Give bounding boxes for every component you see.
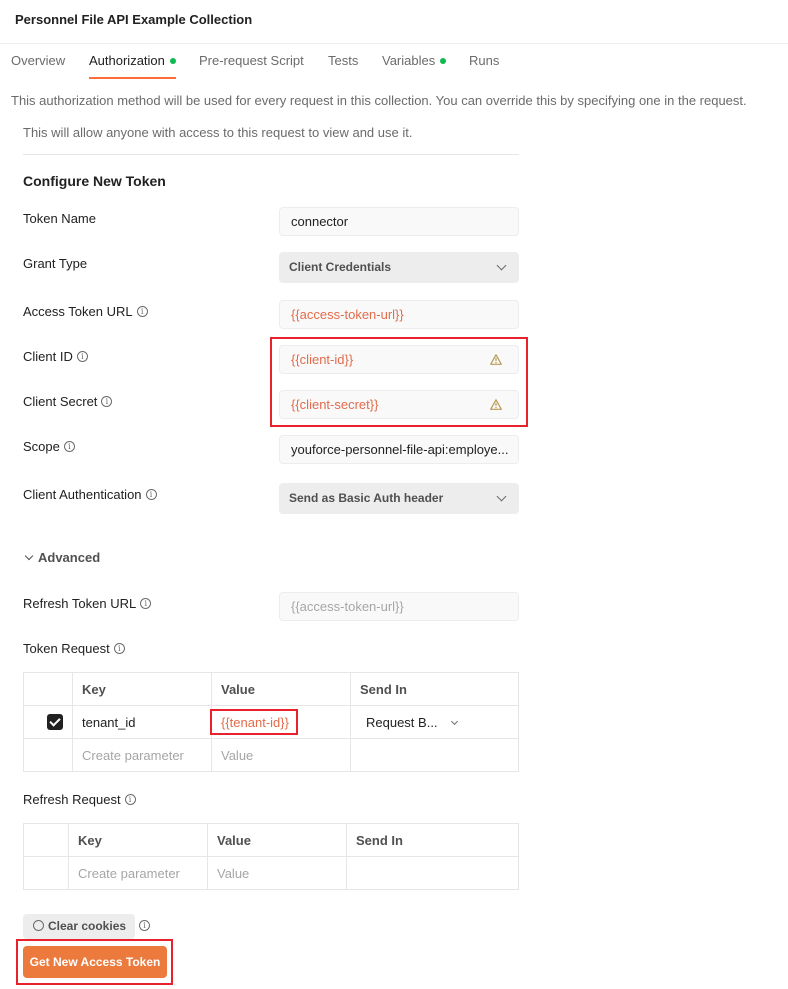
divider <box>23 154 519 155</box>
info-icon[interactable]: i <box>124 794 136 806</box>
client-authentication-label: Client Authentication i <box>23 487 157 502</box>
advanced-label: Advanced <box>38 550 101 565</box>
section-title: Configure New Token <box>23 173 166 189</box>
new-param-row: Create parameter Value <box>23 856 519 890</box>
grant-type-value: Client Credentials <box>289 260 392 274</box>
get-new-access-token-button[interactable]: Get New Access Token <box>23 946 167 978</box>
key-column-header: Key <box>72 672 212 706</box>
refresh-request-table: Key Value Send In Create parameter Value <box>23 823 519 890</box>
checkbox-column-header <box>23 823 69 857</box>
highlight-client-credentials <box>270 337 528 427</box>
refresh-request-label: Refresh Request i <box>23 792 136 807</box>
refresh-token-url-label: Refresh Token URL i <box>23 596 152 611</box>
tab-bar: Overview Authorization Pre-request Scrip… <box>0 45 788 79</box>
new-send-in-cell[interactable] <box>350 738 519 772</box>
tab-label: Pre-request Script <box>199 53 304 68</box>
client-secret-label: Client Secret i <box>23 394 113 409</box>
empty-cell <box>23 738 73 772</box>
token-request-label: Token Request i <box>23 641 125 656</box>
send-in-column-header: Send In <box>346 823 519 857</box>
tab-label: Authorization <box>89 53 165 68</box>
info-icon[interactable]: i <box>139 920 150 931</box>
advanced-toggle[interactable]: Advanced <box>23 550 100 565</box>
scope-input[interactable]: youforce-personnel-file-api:employe... <box>279 435 519 464</box>
value-column-header: Value <box>207 823 347 857</box>
label-text: Client Authentication <box>23 487 142 502</box>
send-in-select[interactable]: Request B... <box>360 714 458 730</box>
label-text: Client ID <box>23 349 73 364</box>
info-icon[interactable]: i <box>113 643 125 655</box>
client-authentication-value: Send as Basic Auth header <box>289 491 444 505</box>
sharing-note: This will allow anyone with access to th… <box>23 125 413 140</box>
checkbox-column-header <box>23 672 73 706</box>
scope-label: Scope i <box>23 439 75 454</box>
cookie-icon <box>33 920 44 932</box>
tab-label: Overview <box>11 53 66 68</box>
chevron-down-icon <box>450 717 458 725</box>
clear-cookies-button[interactable]: Clear cookies <box>23 914 136 939</box>
tab-tests[interactable]: Tests <box>328 53 358 77</box>
collection-title: Personnel File API Example Collection <box>15 12 253 27</box>
new-value-input[interactable]: Value <box>211 738 351 772</box>
highlight-tenant-id <box>210 709 298 735</box>
new-param-row: Create parameter Value <box>23 738 519 772</box>
label-text: Refresh Request <box>23 792 121 807</box>
value-column-header: Value <box>211 672 351 706</box>
access-token-url-input[interactable]: {{access-token-url}} <box>279 300 519 329</box>
label-text: Access Token URL <box>23 304 133 319</box>
info-icon[interactable]: i <box>136 306 148 318</box>
info-icon[interactable]: i <box>145 489 157 501</box>
label-text: Refresh Token URL <box>23 596 137 611</box>
new-value-input[interactable]: Value <box>207 856 347 890</box>
tab-variables[interactable]: Variables <box>382 53 447 77</box>
tab-overview[interactable]: Overview <box>11 53 65 77</box>
client-authentication-select[interactable]: Send as Basic Auth header <box>279 483 519 514</box>
token-name-input[interactable]: connector <box>279 207 519 236</box>
send-in-value: Request B... <box>366 714 438 730</box>
row-checkbox-cell <box>23 705 73 739</box>
key-column-header: Key <box>68 823 208 857</box>
send-in-column-header: Send In <box>350 672 519 706</box>
tab-label: Tests <box>328 53 359 68</box>
grant-type-select[interactable]: Client Credentials <box>279 252 519 283</box>
collection-header: Personnel File API Example Collection <box>0 0 788 44</box>
tab-runs[interactable]: Runs <box>469 53 499 77</box>
chevron-down-icon <box>24 551 34 561</box>
token-name-label: Token Name <box>23 211 96 226</box>
status-dot <box>440 57 447 64</box>
access-token-url-label: Access Token URL i <box>23 304 148 319</box>
chevron-down-icon <box>496 260 507 271</box>
info-icon[interactable]: i <box>101 396 113 408</box>
send-in-cell[interactable]: Request B... <box>350 705 519 739</box>
new-key-input[interactable]: Create parameter <box>72 738 212 772</box>
tab-label: Variables <box>382 53 436 68</box>
info-icon[interactable]: i <box>63 441 75 453</box>
client-id-label: Client ID i <box>23 349 88 364</box>
empty-cell <box>23 856 69 890</box>
tab-label: Runs <box>469 53 500 68</box>
new-key-input[interactable]: Create parameter <box>68 856 208 890</box>
label-text: Scope <box>23 439 60 454</box>
clear-cookies-label: Clear cookies <box>48 919 127 933</box>
info-icon[interactable]: i <box>76 351 88 363</box>
label-text: Client Secret <box>23 394 98 409</box>
grant-type-label: Grant Type <box>23 256 88 271</box>
tab-authorization[interactable]: Authorization <box>89 53 176 79</box>
active-tab-indicator <box>89 77 176 79</box>
tab-pre-request-script[interactable]: Pre-request Script <box>199 53 304 77</box>
key-cell[interactable]: tenant_id <box>72 705 212 739</box>
label-text: Token Request <box>23 641 110 656</box>
new-send-in-cell[interactable] <box>346 856 519 890</box>
table-header-row: Key Value Send In <box>23 823 519 857</box>
auth-description: This authorization method will be used f… <box>11 93 747 108</box>
table-header-row: Key Value Send In <box>23 672 519 706</box>
row-enabled-checkbox[interactable] <box>47 714 63 731</box>
refresh-token-url-input[interactable]: {{access-token-url}} <box>279 592 519 621</box>
chevron-down-icon <box>496 491 507 502</box>
info-icon[interactable]: i <box>140 598 152 610</box>
status-dot <box>169 57 176 64</box>
